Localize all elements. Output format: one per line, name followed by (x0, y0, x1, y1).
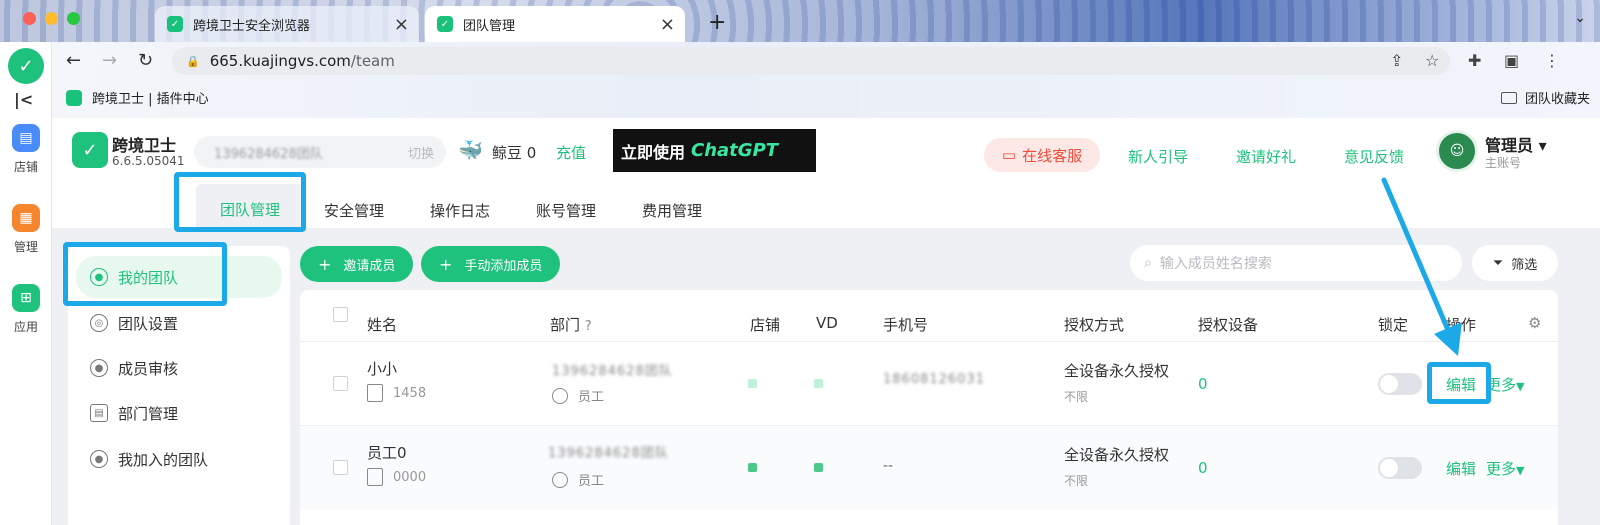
shield-icon: ✓ (167, 16, 183, 32)
extensions-icon[interactable]: ✚ (1468, 51, 1481, 70)
folder-icon (1500, 91, 1517, 104)
chevron-down-icon[interactable]: ⌄ (1574, 10, 1586, 26)
maximize-window-button[interactable] (67, 12, 80, 25)
tab-title: 团队管理 (463, 18, 516, 34)
close-window-button[interactable] (23, 12, 36, 25)
browser-tab-2[interactable]: ✓ 团队管理 × (425, 6, 685, 42)
address-host: 665.kuajingvs.com (209, 52, 351, 70)
star-icon[interactable]: ☆ (1425, 51, 1439, 70)
share-icon[interactable]: ⇪ (1390, 51, 1403, 70)
shield-icon (66, 89, 82, 106)
menu-icon[interactable]: ⋮ (1544, 51, 1560, 70)
shield-icon: ✓ (437, 16, 453, 32)
bookmarks-bar: 跨境卫士 | 插件中心 团队收藏夹 (52, 80, 1600, 116)
annotation-arrow (1381, 177, 1462, 356)
bookmark-team-folder[interactable]: 团队收藏夹 (1500, 88, 1590, 107)
bookmark-label: 团队收藏夹 (1524, 92, 1590, 107)
close-icon[interactable]: × (394, 14, 409, 35)
browser-tab-1[interactable]: ✓ 跨境卫士安全浏览器 × (155, 6, 419, 42)
sidebar-toggle-icon[interactable]: ▣ (1504, 51, 1519, 70)
minimize-window-button[interactable] (45, 12, 58, 25)
address-path: /team (350, 52, 395, 70)
bookmark-label: 跨境卫士 | 插件中心 (92, 92, 209, 107)
bookmark-plugin-center[interactable]: 跨境卫士 | 插件中心 (66, 88, 209, 107)
address-bar[interactable]: 🔒 665.kuajingvs.com /team (172, 47, 1450, 75)
forward-icon[interactable]: → (102, 50, 117, 71)
lock-icon: 🔒 (186, 54, 200, 68)
close-icon[interactable]: × (660, 14, 675, 35)
tab-title: 跨境卫士安全浏览器 (193, 18, 311, 34)
back-icon[interactable]: ← (66, 50, 81, 71)
new-tab-button[interactable]: + (708, 10, 726, 35)
reload-icon[interactable]: ↻ (138, 50, 153, 71)
